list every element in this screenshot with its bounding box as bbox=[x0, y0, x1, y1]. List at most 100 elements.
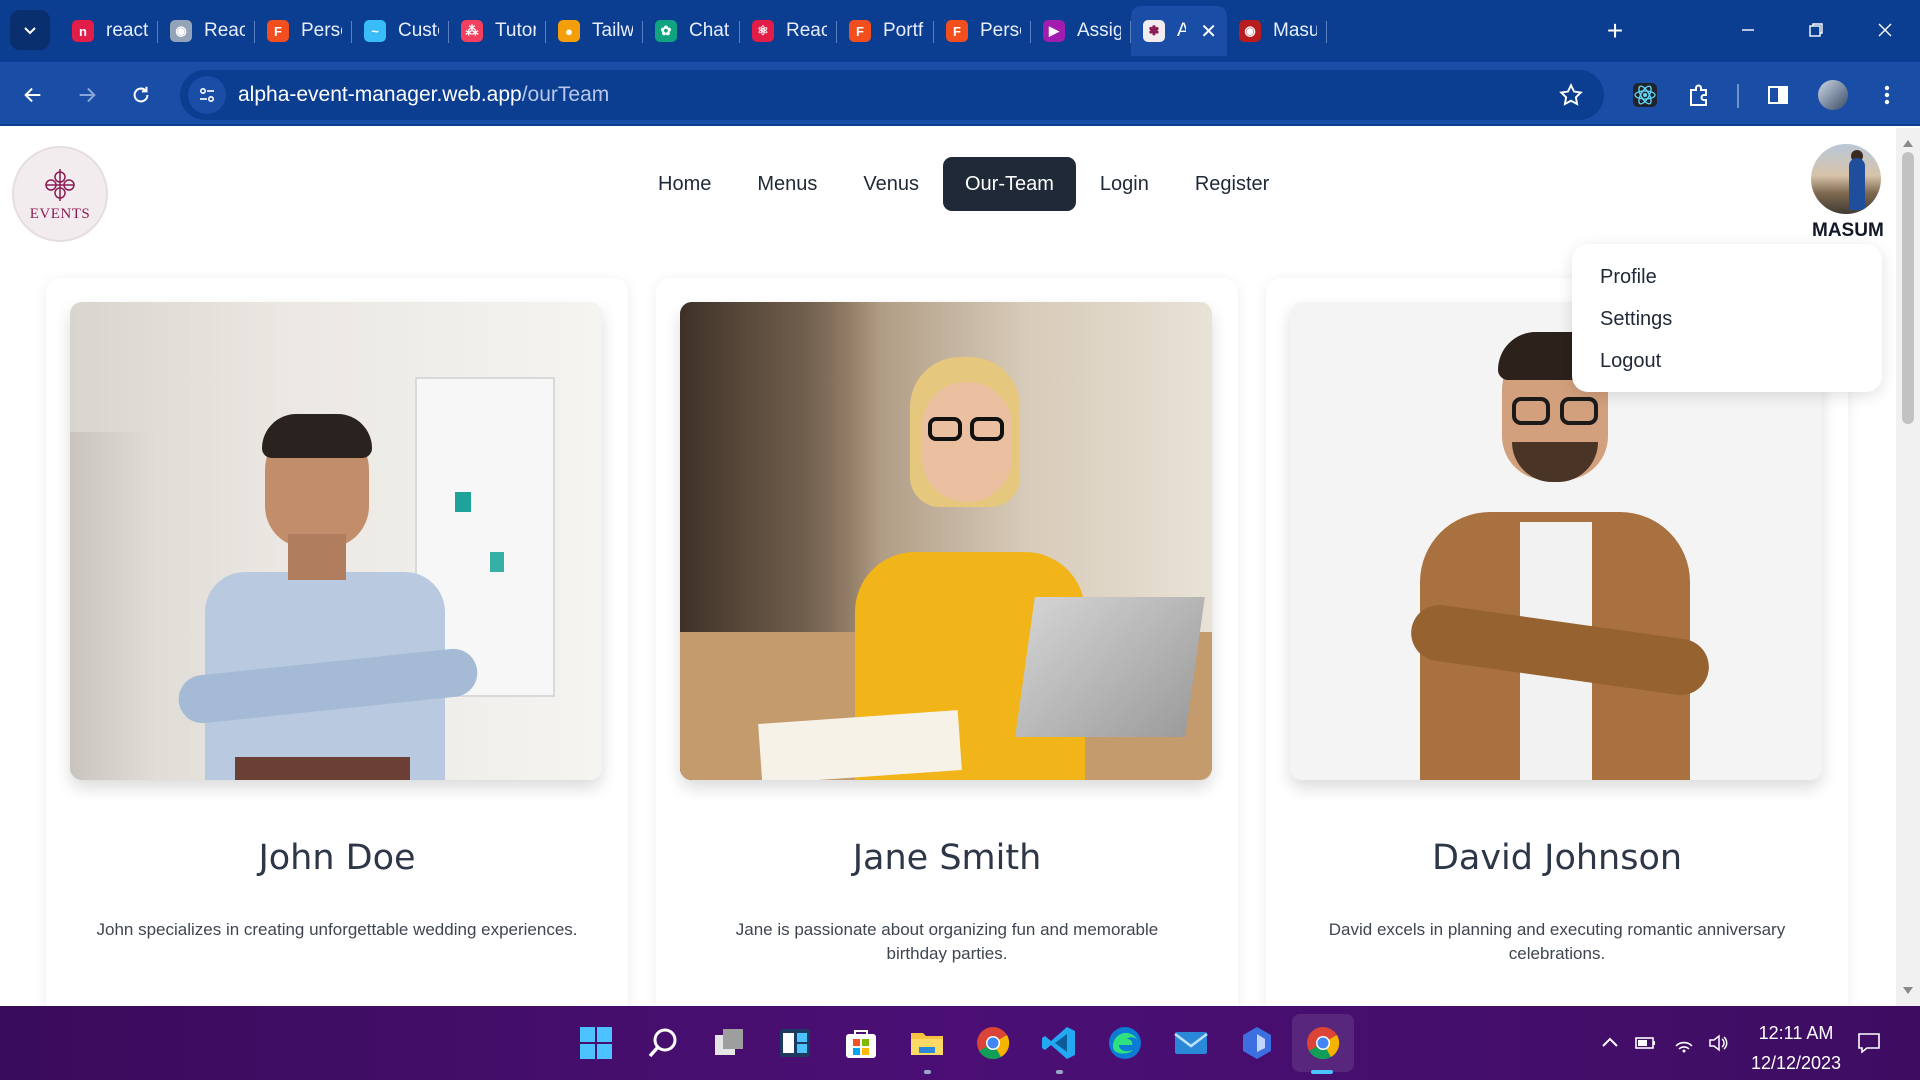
team-photo bbox=[680, 302, 1212, 780]
battery-icon bbox=[1635, 1037, 1655, 1049]
task-view-button[interactable] bbox=[709, 1023, 749, 1063]
menu-item-logout[interactable]: Logout bbox=[1572, 340, 1882, 382]
notification-icon[interactable] bbox=[1856, 1030, 1882, 1056]
chrome-taskbar-button[interactable] bbox=[973, 1023, 1013, 1063]
widgets-icon bbox=[780, 1029, 810, 1057]
browser-tab[interactable]: ⚛ React bbox=[740, 6, 837, 56]
close-tab-icon[interactable]: ✕ bbox=[1200, 19, 1217, 44]
new-tab-button[interactable]: + bbox=[1598, 14, 1632, 48]
team-member-desc: John specializes in creating unforgettab… bbox=[96, 920, 578, 939]
laptop bbox=[1015, 597, 1205, 737]
running-indicator bbox=[1056, 1070, 1063, 1074]
glasses-right bbox=[1560, 397, 1598, 425]
tab-favicon-icon: ⚛ bbox=[752, 20, 774, 42]
react-icon bbox=[1633, 83, 1657, 107]
tab-favicon-icon: F bbox=[849, 20, 871, 42]
scroll-up-arrow-icon[interactable] bbox=[1903, 140, 1913, 147]
browser-tab[interactable]: ▶ Assig bbox=[1031, 6, 1131, 56]
react-devtools-extension[interactable] bbox=[1630, 80, 1660, 110]
url-path: /ourTeam bbox=[521, 83, 610, 106]
system-clock[interactable]: 12:11 AM 12/12/2023 bbox=[1740, 1018, 1852, 1078]
file-explorer-button[interactable] bbox=[907, 1023, 947, 1063]
show-hidden-icons-button[interactable] bbox=[1598, 1032, 1622, 1054]
browser-tab[interactable]: F Perso bbox=[934, 6, 1031, 56]
browser-tab[interactable]: ⁂ Tutori bbox=[449, 6, 546, 56]
clock-time: 12:11 AM bbox=[1758, 1023, 1834, 1043]
browser-menu-button[interactable] bbox=[1872, 80, 1902, 110]
logo-ornament-icon bbox=[45, 169, 75, 201]
tune-icon bbox=[199, 87, 215, 103]
browser-toolbar: alpha-event-manager.web.app/ourTeam bbox=[0, 62, 1920, 126]
puzzle-icon bbox=[1690, 84, 1707, 106]
browser-tab-active[interactable]: ✽ A ✕ bbox=[1131, 6, 1227, 56]
mail-button[interactable] bbox=[1171, 1023, 1211, 1063]
team-member-name: Jane Smith bbox=[852, 838, 1042, 878]
browser-profile-avatar[interactable] bbox=[1818, 80, 1848, 110]
taskbar-search-button[interactable] bbox=[643, 1023, 683, 1063]
battery-tray[interactable] bbox=[1634, 1032, 1658, 1054]
side-panel-button[interactable] bbox=[1763, 80, 1793, 110]
browser-tab[interactable]: n react- bbox=[60, 6, 158, 56]
edge-icon bbox=[1109, 1027, 1141, 1059]
power-automate-button[interactable] bbox=[1237, 1023, 1277, 1063]
close-window-button[interactable] bbox=[1860, 10, 1910, 50]
scroll-down-arrow-icon[interactable] bbox=[1903, 987, 1913, 994]
browser-tab[interactable]: ✿ ChatG bbox=[643, 6, 740, 56]
edge-button[interactable] bbox=[1105, 1023, 1145, 1063]
nav-venus[interactable]: Venus bbox=[841, 157, 941, 211]
address-bar[interactable]: alpha-event-manager.web.app/ourTeam bbox=[180, 70, 1604, 120]
person-neck bbox=[288, 534, 346, 580]
tab-favicon-icon: n bbox=[72, 20, 94, 42]
restore-button[interactable] bbox=[1791, 10, 1841, 50]
forward-button[interactable] bbox=[70, 78, 104, 112]
network-tray[interactable] bbox=[1672, 1032, 1696, 1054]
menu-item-settings[interactable]: Settings bbox=[1572, 298, 1882, 340]
chrome-active-button[interactable] bbox=[1303, 1023, 1343, 1063]
vscode-button[interactable] bbox=[1039, 1023, 1079, 1063]
bookmark-star-icon[interactable] bbox=[1558, 82, 1584, 108]
nav-register[interactable]: Register bbox=[1173, 157, 1291, 211]
browser-tab[interactable]: F Portfo bbox=[837, 6, 934, 56]
events-logo[interactable]: EVENTS bbox=[12, 146, 108, 242]
widgets-button[interactable] bbox=[775, 1023, 815, 1063]
browser-tab[interactable]: ● Tailwi bbox=[546, 6, 643, 56]
search-icon bbox=[648, 1028, 677, 1058]
back-button[interactable] bbox=[16, 78, 50, 112]
browser-tab[interactable]: ~ Custo bbox=[352, 6, 449, 56]
mail-icon bbox=[1174, 1032, 1208, 1054]
reload-button[interactable] bbox=[124, 78, 158, 112]
nav-our-team[interactable]: Our-Team bbox=[943, 157, 1076, 211]
tab-strip: n react- ◉ React F Perso ~ Custo ⁂ Tutori ● Ta… bbox=[60, 6, 1327, 56]
site-info-button[interactable] bbox=[188, 76, 226, 114]
windows-start-icon bbox=[580, 1027, 612, 1059]
nav-login[interactable]: Login bbox=[1078, 157, 1171, 211]
user-avatar[interactable] bbox=[1811, 144, 1881, 214]
chrome-icon bbox=[1307, 1027, 1340, 1060]
glasses-left bbox=[928, 417, 962, 441]
browser-tab[interactable]: ◉ Masu bbox=[1227, 6, 1327, 56]
volume-tray[interactable] bbox=[1706, 1032, 1730, 1054]
nav-home[interactable]: Home bbox=[636, 157, 733, 211]
nav-menus[interactable]: Menus bbox=[735, 157, 839, 211]
start-button[interactable] bbox=[576, 1023, 616, 1063]
minimize-icon bbox=[1742, 29, 1754, 31]
glasses-right bbox=[970, 417, 1004, 441]
minimize-button[interactable] bbox=[1723, 10, 1773, 50]
wifi-icon bbox=[1675, 1041, 1693, 1053]
url-text[interactable]: alpha-event-manager.web.app/ourTeam bbox=[238, 83, 609, 107]
tab-label: React bbox=[786, 20, 827, 41]
menu-item-profile[interactable]: Profile bbox=[1572, 256, 1882, 298]
team-card: John Doe John specializes in creating un… bbox=[46, 278, 628, 1006]
scroll-thumb[interactable] bbox=[1902, 152, 1914, 424]
tab-search-button[interactable] bbox=[10, 10, 50, 50]
person-hair bbox=[262, 414, 372, 458]
store-button[interactable] bbox=[841, 1023, 881, 1063]
arrow-right-icon bbox=[79, 87, 96, 103]
folder-icon bbox=[911, 1033, 943, 1055]
browser-tab[interactable]: F Perso bbox=[255, 6, 352, 56]
page-scrollbar[interactable] bbox=[1896, 128, 1920, 1006]
side-panel-icon bbox=[1768, 86, 1788, 104]
tab-favicon-icon: ~ bbox=[364, 20, 386, 42]
browser-tab[interactable]: ◉ React bbox=[158, 6, 255, 56]
extensions-button[interactable] bbox=[1684, 80, 1714, 110]
